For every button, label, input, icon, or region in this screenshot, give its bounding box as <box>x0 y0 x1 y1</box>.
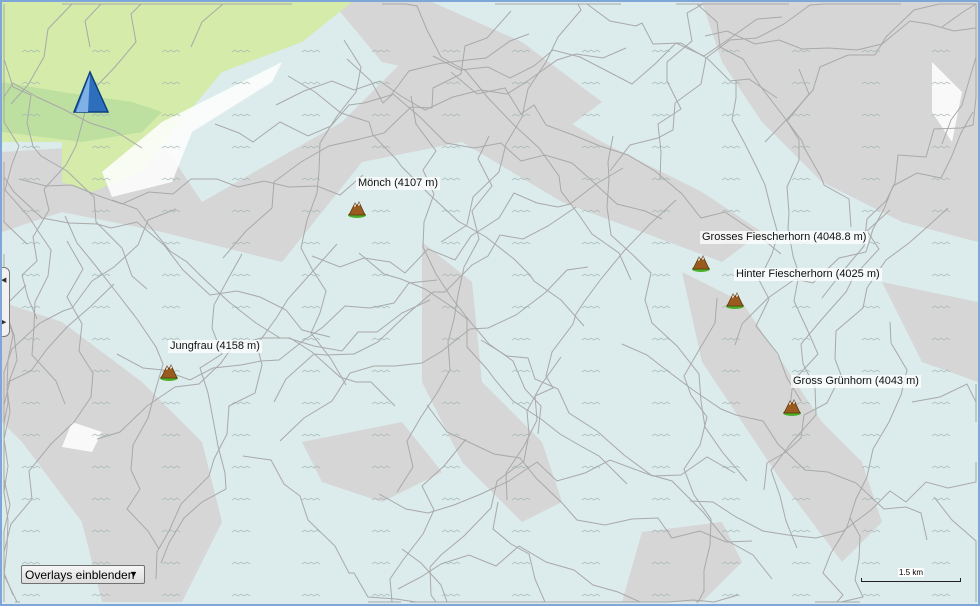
peak-marker[interactable]: Jungfrau (4158 m) <box>159 340 262 382</box>
mountain-peak-icon <box>692 255 710 272</box>
overlays-dropdown[interactable]: Overlays einblenden ▼ <box>21 565 145 584</box>
peak-marker[interactable]: Grosses Fiescherhorn (4048.8 m) <box>691 231 869 273</box>
mountain-peak-icon <box>783 399 801 416</box>
peak-label: Mönch (4107 m) <box>356 177 441 190</box>
map-view[interactable]: Mönch (4107 m) Grosses Fiescherhorn (4048… <box>0 0 980 606</box>
mountain-peak-icon <box>160 364 178 381</box>
chevron-down-icon: ▼ <box>129 569 138 579</box>
peak-marker[interactable]: Mönch (4107 m) <box>347 177 441 219</box>
chevron-right-icon: ▶ <box>1 319 7 326</box>
mountain-peak-icon <box>348 201 366 218</box>
scale-label: 1.5 km <box>898 568 925 577</box>
peak-label: Jungfrau (4158 m) <box>168 340 262 353</box>
mountain-peak-icon <box>726 292 744 309</box>
peak-label: Gross Grünhorn (4043 m) <box>791 375 921 388</box>
panel-collapse-tab[interactable]: ◀ ▶ <box>1 267 10 337</box>
map-canvas[interactable] <box>2 2 978 604</box>
peak-marker[interactable]: Gross Grünhorn (4043 m) <box>782 375 921 417</box>
scale-bar: 1.5 km <box>861 568 961 582</box>
peak-label: Hinter Fiescherhorn (4025 m) <box>734 268 882 281</box>
overlays-dropdown-label: Overlays einblenden <box>25 567 135 582</box>
peak-marker[interactable]: Hinter Fiescherhorn (4025 m) <box>725 268 882 310</box>
peak-label: Grosses Fiescherhorn (4048.8 m) <box>700 231 869 244</box>
chevron-left-icon: ◀ <box>1 277 7 284</box>
